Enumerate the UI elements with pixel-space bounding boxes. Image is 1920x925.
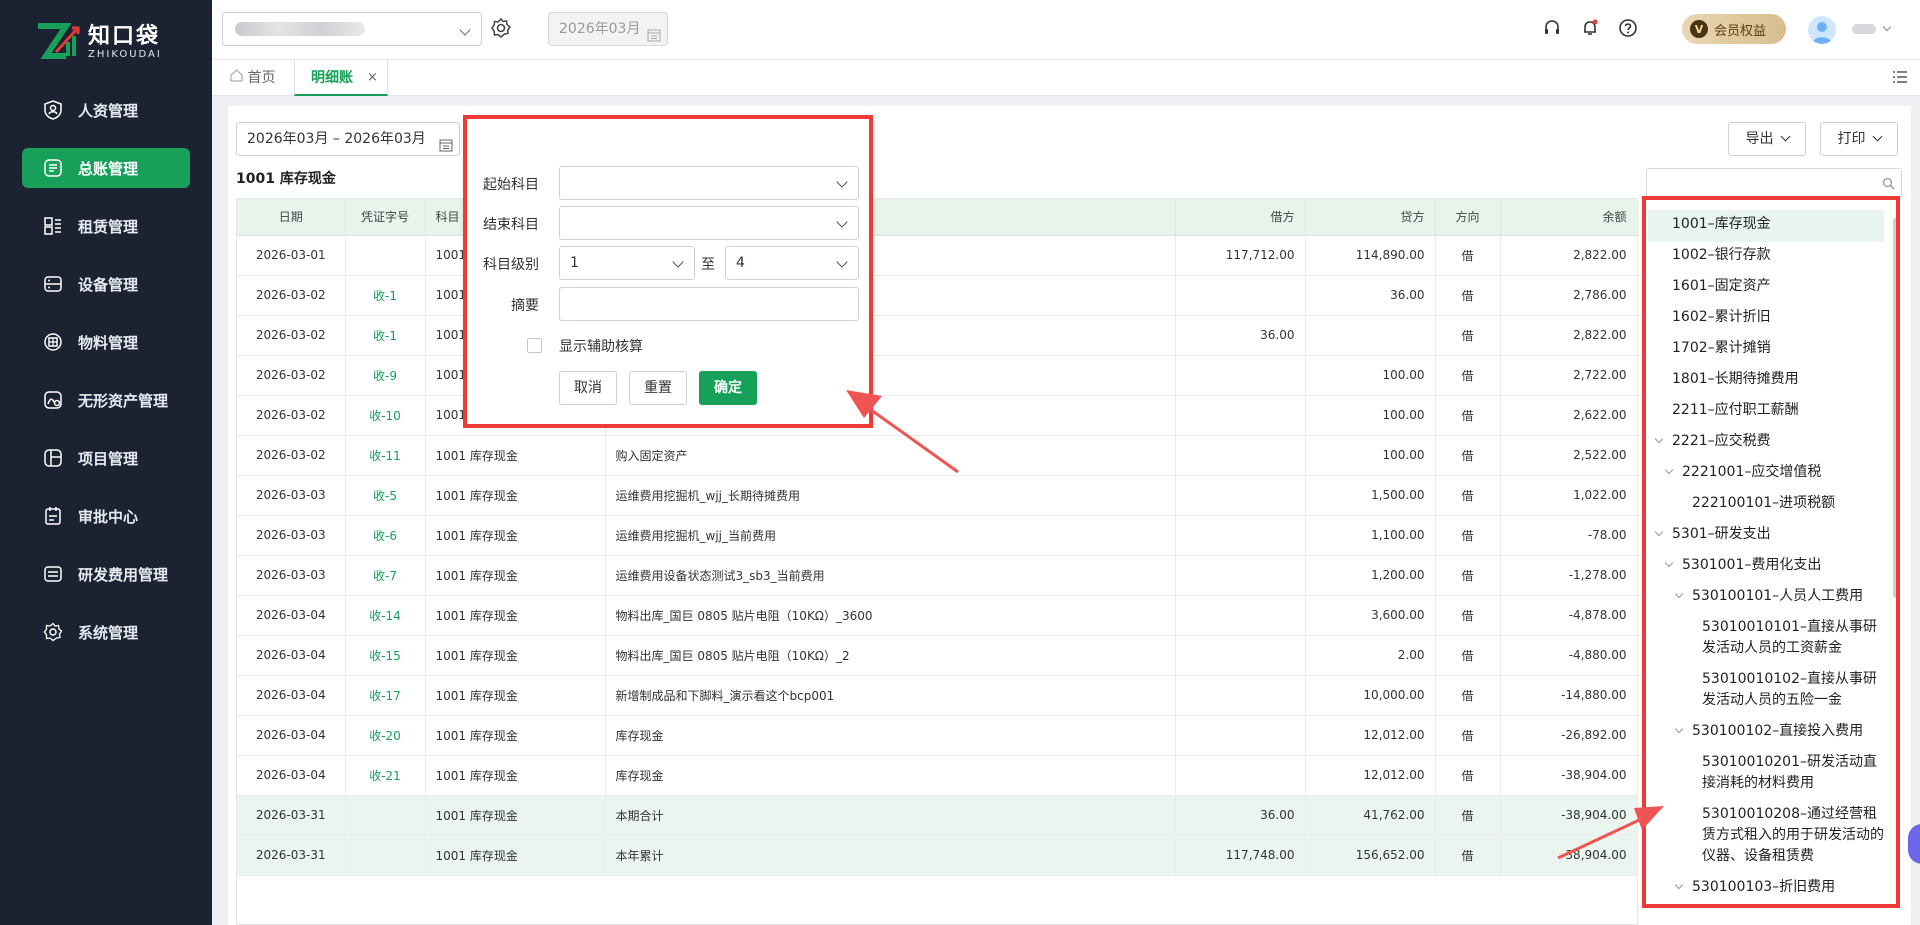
arrow-head-icon <box>1634 806 1664 830</box>
annotation-arrows <box>846 390 1664 860</box>
chat-bubble-icon[interactable] <box>1908 824 1920 864</box>
